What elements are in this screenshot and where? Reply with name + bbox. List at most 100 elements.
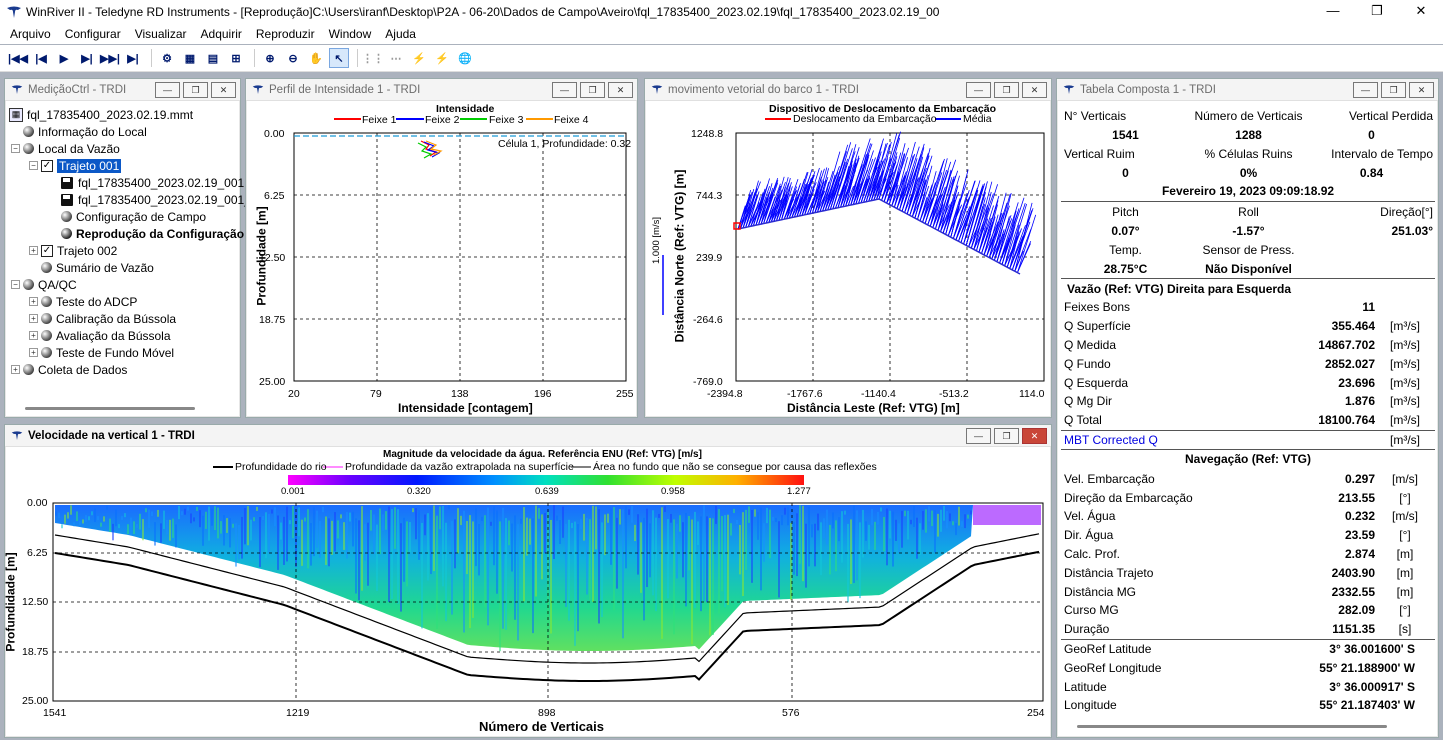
row-label: Q Superfície <box>1064 319 1131 334</box>
velocity-stripe <box>475 508 477 567</box>
collapse-icon[interactable]: − <box>29 161 38 170</box>
last-ensemble-icon[interactable]: ▶| <box>123 48 143 68</box>
config-icon[interactable]: ▦ <box>180 48 200 68</box>
row-value: 1.876 <box>1344 394 1375 409</box>
tree-file2-label: fql_17835400_2023.02.19_001_G <box>78 192 261 207</box>
expand-icon[interactable]: + <box>11 365 20 374</box>
pointer-settings-icon[interactable]: ⚙ <box>157 48 177 68</box>
velocity-stripe <box>394 507 396 549</box>
expand-icon[interactable]: + <box>29 314 38 323</box>
minimize-icon[interactable]: — <box>155 82 180 98</box>
close-icon[interactable]: ✕ <box>1409 82 1434 98</box>
play-icon[interactable]: ▶ <box>54 48 74 68</box>
tree-calib[interactable]: + Calibração da Bússola <box>9 310 260 327</box>
restore-icon[interactable]: ❐ <box>1381 82 1406 98</box>
velocity-stripe <box>142 519 144 541</box>
dotted-list-icon[interactable]: ⋯ <box>386 48 406 68</box>
first-ensemble-icon[interactable]: |◀◀ <box>8 48 28 68</box>
tree-config-label: Configuração de Campo <box>76 209 207 224</box>
perfil-plot[interactable] <box>246 79 637 417</box>
export-icon[interactable]: ▤ <box>203 48 223 68</box>
tree-file1[interactable]: fql_17835400_2023.02.19_001.P <box>9 174 260 191</box>
row-value: 213.55 <box>1338 490 1375 505</box>
expand-icon[interactable]: + <box>29 246 38 255</box>
restore-icon[interactable]: ❐ <box>1355 0 1399 23</box>
velocity-stripe <box>187 506 189 511</box>
step-forward-icon[interactable]: ▶| <box>77 48 97 68</box>
velocity-stripe <box>397 509 399 604</box>
velocity-stripe <box>223 515 225 546</box>
velocity-stripe <box>841 511 843 563</box>
tree-info[interactable]: Informação do Local <box>9 123 260 140</box>
menu-reproduzir[interactable]: Reproduzir <box>256 27 315 41</box>
velocity-stripe <box>364 524 366 561</box>
zoom-in-icon[interactable]: ⊕ <box>260 48 280 68</box>
tree-qaqc[interactable]: − QA/QC <box>9 276 260 293</box>
expand-icon[interactable]: + <box>29 331 38 340</box>
tree-aval[interactable]: + Avaliação da Bússola <box>9 327 260 344</box>
velocity-stripe <box>943 505 945 521</box>
minimize-icon[interactable]: — <box>1353 82 1378 98</box>
previous-icon[interactable]: |◀ <box>31 48 51 68</box>
table-header-row: Temp. Sensor de Press. <box>1061 240 1435 259</box>
grid-icon[interactable]: ⊞ <box>226 48 246 68</box>
velocity-stripe <box>619 509 621 525</box>
zoom-out-icon[interactable]: ⊖ <box>283 48 303 68</box>
lightning-yellow-icon[interactable]: ⚡ <box>409 48 429 68</box>
minimize-icon[interactable]: — <box>1311 0 1355 23</box>
fast-forward-icon[interactable]: ▶▶| <box>100 48 120 68</box>
velocity-stripe <box>253 517 255 522</box>
menu-visualizar[interactable]: Visualizar <box>135 27 187 41</box>
menu-window[interactable]: Window <box>329 27 372 41</box>
menu-ajuda[interactable]: Ajuda <box>385 27 416 41</box>
tree-config[interactable]: Configuração de Campo <box>9 208 260 225</box>
collapse-icon[interactable]: − <box>11 280 20 289</box>
collapse-icon[interactable]: − <box>11 144 20 153</box>
close-icon[interactable]: ✕ <box>1399 0 1443 23</box>
velocidade-legend-1: Profundidade do rio <box>235 461 327 473</box>
horizontal-scrollbar[interactable] <box>25 407 195 410</box>
dotted-grid-icon[interactable]: ⋮⋮ <box>362 48 384 68</box>
tree-coleta[interactable]: + Coleta de Dados <box>9 361 260 378</box>
velocity-stripe <box>637 514 639 575</box>
menu-arquivo[interactable]: Arquivo <box>10 27 51 41</box>
checkbox-checked-icon[interactable]: ✓ <box>41 244 53 257</box>
tree-local[interactable]: − Local da Vazão <box>9 140 260 157</box>
velocity-stripe <box>778 521 780 598</box>
velocity-stripe <box>889 510 891 539</box>
tree-trajeto1[interactable]: − ✓ Trajeto 001 <box>9 157 260 174</box>
node-icon <box>61 211 72 222</box>
velocity-stripe <box>118 524 120 529</box>
close-icon[interactable]: ✕ <box>211 82 236 98</box>
checkbox-checked-icon[interactable]: ✓ <box>41 159 53 172</box>
velocity-stripe <box>334 512 336 552</box>
velocity-stripe <box>658 513 660 518</box>
velocity-stripe <box>379 508 381 555</box>
header-cell: Vertical Perdida <box>1348 108 1433 123</box>
tree-fundo[interactable]: + Teste de Fundo Móvel <box>9 344 260 361</box>
medicao-titlebar[interactable]: MediçãoCtrl - TRDI — ❐ ✕ <box>5 79 240 101</box>
restore-icon[interactable]: ❐ <box>183 82 208 98</box>
horizontal-scrollbar[interactable] <box>1077 725 1387 728</box>
tree-file2[interactable]: fql_17835400_2023.02.19_001_G <box>9 191 260 208</box>
tabela-titlebar[interactable]: Tabela Composta 1 - TRDI — ❐ ✕ <box>1057 79 1438 101</box>
tree-root[interactable]: ▦ fql_17835400_2023.02.19.mmt <box>9 106 260 123</box>
playback-node-icon <box>61 228 72 239</box>
globe-icon[interactable]: 🌐 <box>455 48 475 68</box>
pan-hand-icon[interactable]: ✋ <box>306 48 326 68</box>
vetor-ylabel: Distância Norte (Ref: VTG) [m] <box>672 169 687 343</box>
lightning-red-icon[interactable]: ⚡ <box>432 48 452 68</box>
tree-trajeto2[interactable]: + ✓ Trajeto 002 <box>9 242 260 259</box>
expand-icon[interactable]: + <box>29 348 38 357</box>
tree-repro[interactable]: Reprodução da Configuração <box>9 225 260 242</box>
tree-info-label: Informação do Local <box>38 124 147 139</box>
value-cell: 0% <box>1239 165 1258 180</box>
menu-configurar[interactable]: Configurar <box>65 27 121 41</box>
tree-sumario[interactable]: Sumário de Vazão <box>9 259 260 276</box>
velocity-stripe <box>340 514 342 519</box>
tree-adcp[interactable]: + Teste do ADCP <box>9 293 260 310</box>
velocity-stripe <box>775 517 777 522</box>
menu-adquirir[interactable]: Adquirir <box>201 27 242 41</box>
expand-icon[interactable]: + <box>29 297 38 306</box>
select-pointer-icon[interactable]: ↖ <box>329 48 349 68</box>
